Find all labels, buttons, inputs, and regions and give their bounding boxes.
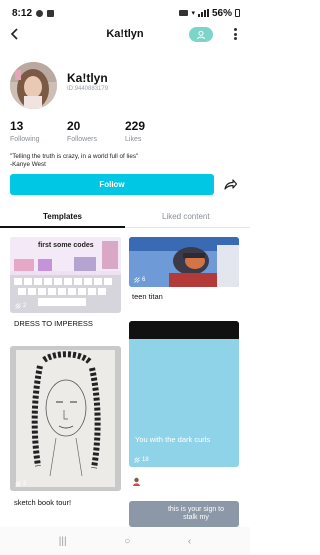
gallery-icon xyxy=(47,9,55,17)
tab-templates[interactable]: Templates xyxy=(43,212,82,221)
user-icon xyxy=(197,30,205,39)
profile-id: ID:9440883179 xyxy=(67,86,109,92)
template-count-value: 3 xyxy=(23,481,27,487)
thumbnail-text: first some codes xyxy=(38,242,94,249)
stat-number: 229 xyxy=(125,119,146,133)
thumbnail-text: You with the dark curls xyxy=(135,435,211,444)
recent-apps-icon[interactable]: ||| xyxy=(59,536,67,547)
template-count-value: 6 xyxy=(142,277,146,283)
content-tabs: Templates Liked content xyxy=(0,206,250,228)
system-nav-bar: ||| ○ ‹ xyxy=(0,527,250,555)
thumbnail-text: this is your sign to stalk my xyxy=(167,506,225,521)
template-count-value: 18 xyxy=(142,457,149,463)
template-count-icon xyxy=(134,277,140,283)
tab-liked-content[interactable]: Liked content xyxy=(162,212,210,221)
template-card-thumbnail[interactable]: 3 xyxy=(10,346,121,491)
template-caption[interactable]: DRESS TO IMPERESS xyxy=(14,319,93,328)
stat-label: Likes xyxy=(125,136,142,143)
template-card-thumbnail[interactable]: first some codes 2 xyxy=(10,237,121,313)
bio-author: -Kanye West xyxy=(10,161,46,168)
signal-icon xyxy=(197,9,209,17)
top-bar: Ka!tlyn xyxy=(0,24,250,46)
more-vertical-icon[interactable] xyxy=(228,26,242,42)
bio-quote: "Telling the truth is crazy, in a world … xyxy=(10,153,139,160)
wifi-icon: ▾ xyxy=(191,10,195,17)
follow-user-button[interactable] xyxy=(189,27,213,42)
stat-label: Following xyxy=(10,136,40,143)
template-card-thumbnail[interactable]: 6 xyxy=(129,237,239,287)
stat-label: Followers xyxy=(67,136,97,143)
stat-followers[interactable]: 20 Followers xyxy=(67,119,97,143)
home-icon[interactable]: ○ xyxy=(124,536,130,547)
stat-following[interactable]: 13 Following xyxy=(10,119,40,143)
notification-icon xyxy=(36,9,44,17)
stat-number: 13 xyxy=(10,119,24,133)
avatar[interactable] xyxy=(10,62,57,109)
status-time: 8:12 xyxy=(12,7,33,19)
follow-button[interactable]: Follow xyxy=(10,174,214,195)
battery-icon xyxy=(235,9,240,17)
template-count-value: 2 xyxy=(23,303,27,309)
template-caption[interactable]: teen titan xyxy=(132,292,163,301)
emoji-icon xyxy=(132,473,141,486)
profile-name: Ka!tlyn xyxy=(67,71,108,85)
active-tab-indicator xyxy=(0,226,125,228)
template-count: 18 xyxy=(134,457,149,463)
share-icon[interactable] xyxy=(222,177,238,193)
sim-icon xyxy=(179,10,189,16)
template-count-icon xyxy=(15,303,21,309)
template-card-thumbnail[interactable]: this is your sign to stalk my xyxy=(129,501,239,527)
stat-likes[interactable]: 229 Likes xyxy=(125,119,145,143)
template-card-thumbnail[interactable]: You with the dark curls 18 xyxy=(129,321,239,467)
battery-text: 56% xyxy=(211,7,232,19)
template-count: 2 xyxy=(15,303,26,309)
template-count: 3 xyxy=(15,481,26,487)
template-count-icon xyxy=(134,457,140,463)
system-back-icon[interactable]: ‹ xyxy=(188,536,191,547)
template-count-icon xyxy=(15,481,21,487)
template-count: 6 xyxy=(134,277,145,283)
bio: "Telling the truth is crazy, in a world … xyxy=(10,153,242,169)
stat-number: 20 xyxy=(67,119,81,133)
status-bar: 8:12 ▾ 56% xyxy=(0,0,250,26)
template-caption[interactable]: sketch book tour! xyxy=(14,498,71,507)
